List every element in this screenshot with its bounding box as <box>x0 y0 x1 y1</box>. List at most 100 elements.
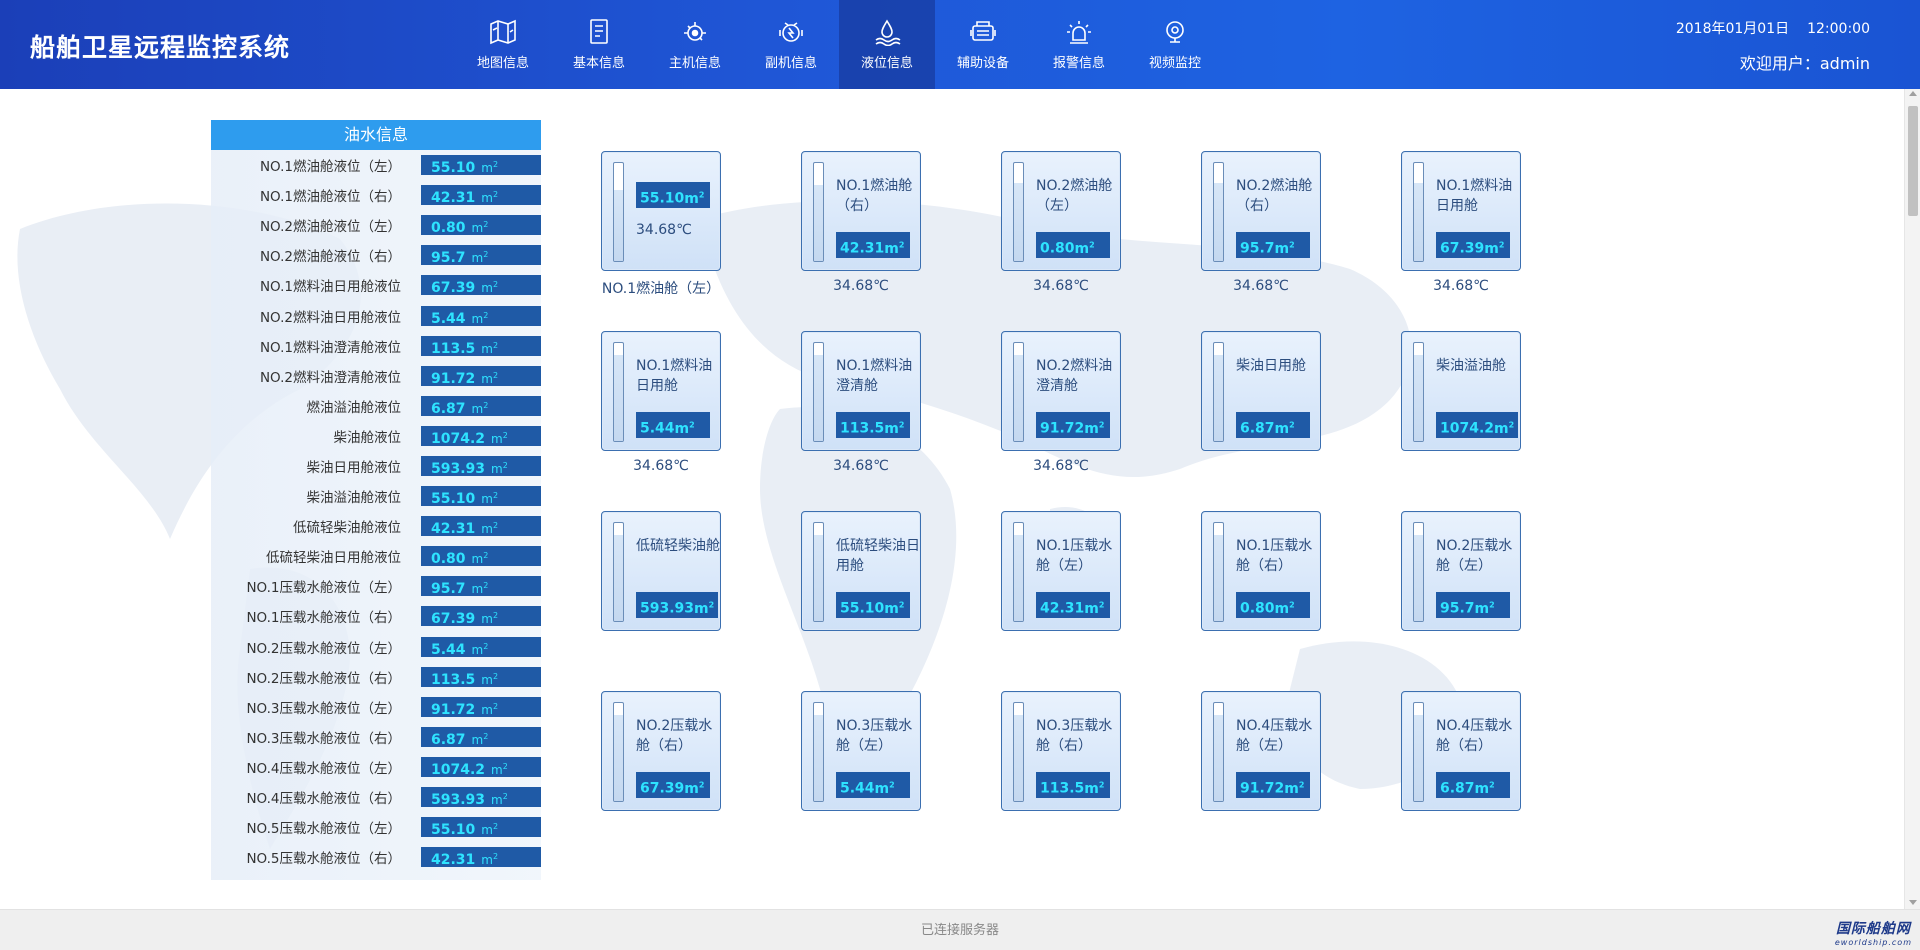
tank-caption: 34.68℃ <box>1033 458 1089 474</box>
tank-card[interactable]: NO.4压载水舱（左） 91.72m2 <box>1201 691 1321 811</box>
tank-value-number: 42.31 <box>840 240 885 257</box>
row-value-number: 593.93 <box>431 792 486 809</box>
scroll-thumb[interactable] <box>1908 106 1918 216</box>
tank-caption: NO.1燃油舱（左） <box>601 281 721 297</box>
tank-card[interactable]: NO.3压载水舱（右） 113.5m2 <box>1001 691 1121 811</box>
tank-card[interactable]: 34.68℃ 55.10m2 <box>601 151 721 271</box>
tank-value: 0.80m2 <box>1236 592 1310 618</box>
oil-water-info-panel: 油水信息 NO.1燃油舱液位（左） 55.10 m2 NO.1燃油舱液位（右） 42.3… <box>211 120 541 880</box>
panel-row: NO.1压载水舱液位（右） 67.39 m2 <box>211 601 541 631</box>
row-label: 柴油舱液位 <box>333 429 402 446</box>
tank-card[interactable]: 柴油溢油舱 1074.2m2 <box>1401 331 1521 451</box>
row-value-number: 42.31 <box>431 190 476 207</box>
panel-row: NO.2燃油舱液位（右） 95.7 m2 <box>211 240 541 270</box>
tank-value: 95.7m2 <box>1236 232 1310 258</box>
tank-value: 55.10m2 <box>836 592 910 618</box>
panel-row: NO.2燃料油澄清舱液位 91.72 m2 <box>211 361 541 391</box>
row-label: NO.4压载水舱液位（左） <box>246 760 401 777</box>
panel-row: 柴油舱液位 1074.2 m2 <box>211 421 541 451</box>
row-value-number: 5.44 <box>431 641 466 658</box>
panel-row: NO.2压载水舱液位（右） 113.5 m2 <box>211 662 541 692</box>
tank-card[interactable]: NO.1燃料油澄清舱 113.5m2 <box>801 331 921 451</box>
tank-value-number: 113.5 <box>1040 780 1085 797</box>
row-value-number: 91.72 <box>431 701 476 718</box>
row-value-number: 95.7 <box>431 250 466 267</box>
tank-value-number: 91.72 <box>1040 420 1085 437</box>
row-value-number: 42.31 <box>431 521 476 538</box>
current-date: 2018年01月01日 <box>1675 21 1790 37</box>
row-value: 42.31 m2 <box>421 847 541 868</box>
nav-item-main-engine[interactable]: 主机信息 <box>647 0 743 89</box>
camera-icon <box>1160 18 1190 46</box>
row-label: 柴油溢油舱液位 <box>306 490 402 507</box>
tank-value-number: 0.80 <box>1240 600 1275 617</box>
tank-card[interactable]: NO.1燃料油日用舱 67.39m2 <box>1401 151 1521 271</box>
vertical-scrollbar[interactable] <box>1904 89 1920 909</box>
tank-card[interactable]: NO.2燃料油澄清舱 91.72m2 <box>1001 331 1121 451</box>
tank-level-gauge <box>813 342 824 442</box>
row-value-number: 0.80 <box>431 551 466 568</box>
panel-row: NO.2燃料油日用舱液位 5.44 m2 <box>211 300 541 330</box>
tank-card[interactable]: NO.1压载水舱（右） 0.80m2 <box>1201 511 1321 631</box>
nav-item-liquid-level[interactable]: 液位信息 <box>839 0 935 89</box>
tank-card[interactable]: NO.4压载水舱（右） 6.87m2 <box>1401 691 1521 811</box>
auxiliary-equipment-icon <box>968 18 998 46</box>
row-label: NO.1压载水舱液位（右） <box>246 610 401 627</box>
tank-value-number: 6.87 <box>1440 780 1475 797</box>
panel-row: NO.4压载水舱液位（右） 593.93 m2 <box>211 782 541 812</box>
tank-card[interactable]: NO.2燃油舱（左） 0.80m2 <box>1001 151 1121 271</box>
connection-status: 已连接服务器 <box>920 923 999 938</box>
row-value: 55.10 m2 <box>421 817 541 838</box>
row-value: 91.72 m2 <box>421 365 541 387</box>
row-label: NO.5压载水舱液位（右） <box>246 851 401 868</box>
nav-item-map[interactable]: 地图信息 <box>455 0 551 89</box>
nav-label: 地图信息 <box>476 56 529 71</box>
tank-value-unit: m2 <box>884 420 905 437</box>
tank-card[interactable]: NO.1燃油舱（右） 42.31m2 <box>801 151 921 271</box>
nav-label: 主机信息 <box>668 56 721 71</box>
tank-card[interactable]: NO.2燃油舱（右） 95.7m2 <box>1201 151 1321 271</box>
scroll-up-arrow-icon[interactable] <box>1909 91 1917 96</box>
nav-item-alarm[interactable]: 报警信息 <box>1031 0 1127 89</box>
current-time: 12:00:00 <box>1807 21 1870 37</box>
tank-level-fill <box>1214 182 1223 261</box>
tank-level-fill <box>814 354 823 441</box>
tank-name: NO.3压载水舱（左） <box>836 718 913 754</box>
tank-card[interactable]: NO.2压载水舱（右） 67.39m2 <box>601 691 721 811</box>
tank-level-gauge <box>813 522 824 622</box>
tank-card[interactable]: NO.3压载水舱（左） 5.44m2 <box>801 691 921 811</box>
tank-card[interactable]: NO.1燃料油日用舱 5.44m2 <box>601 331 721 451</box>
panel-row: 柴油溢油舱液位 55.10 m2 <box>211 481 541 511</box>
tank-card[interactable]: NO.1压载水舱（左） 42.31m2 <box>1001 511 1121 631</box>
tank-level-gauge <box>1213 162 1224 262</box>
row-value: 6.87 m2 <box>421 395 541 417</box>
tank-temperature: 34.68℃ <box>636 222 692 238</box>
tank-card[interactable]: 低硫轻柴油日用舱 55.10m2 <box>801 511 921 631</box>
nav-item-aux-engine[interactable]: 副机信息 <box>743 0 839 89</box>
panel-row: NO.3压载水舱液位（左） 91.72 m2 <box>211 692 541 722</box>
panel-row: NO.3压载水舱液位（右） 6.87 m2 <box>211 722 541 752</box>
nav-item-aux-equipment[interactable]: 辅助设备 <box>935 0 1031 89</box>
row-value: 1074.2 m2 <box>421 425 541 447</box>
panel-row: NO.1燃料油日用舱液位 67.39 m2 <box>211 270 541 300</box>
tank-name: NO.2压载水舱（左） <box>1436 538 1513 574</box>
tank-card[interactable]: NO.2压载水舱（左） 95.7m2 <box>1401 511 1521 631</box>
panel-row: NO.1燃油舱液位（左） 55.10 m2 <box>211 150 541 180</box>
tank-level-fill <box>814 714 823 801</box>
tank-card[interactable]: 低硫轻柴油舱 593.93m2 <box>601 511 721 631</box>
row-value-number: 91.72 <box>431 370 476 387</box>
row-value-unit: m2 <box>491 460 508 476</box>
nav-item-video[interactable]: 视频监控 <box>1127 0 1223 89</box>
tank-value-unit: m2 <box>884 240 905 257</box>
status-footer: 已连接服务器 国际船舶网 eworldship.com <box>0 909 1920 950</box>
row-value-number: 55.10 <box>431 491 476 508</box>
tank-card[interactable]: 柴油日用舱 6.87m2 <box>1201 331 1321 451</box>
row-value: 113.5 m2 <box>421 335 541 357</box>
scroll-down-arrow-icon[interactable] <box>1909 900 1917 905</box>
tank-name: NO.2燃油舱（左） <box>1036 178 1113 214</box>
logo-text: 国际船舶网 <box>1835 921 1911 937</box>
tank-value: 113.5m2 <box>1036 772 1110 798</box>
tank-value-unit: m2 <box>684 190 705 207</box>
row-label: NO.1压载水舱液位（左） <box>246 580 401 597</box>
nav-item-basic-info[interactable]: 基本信息 <box>551 0 647 89</box>
